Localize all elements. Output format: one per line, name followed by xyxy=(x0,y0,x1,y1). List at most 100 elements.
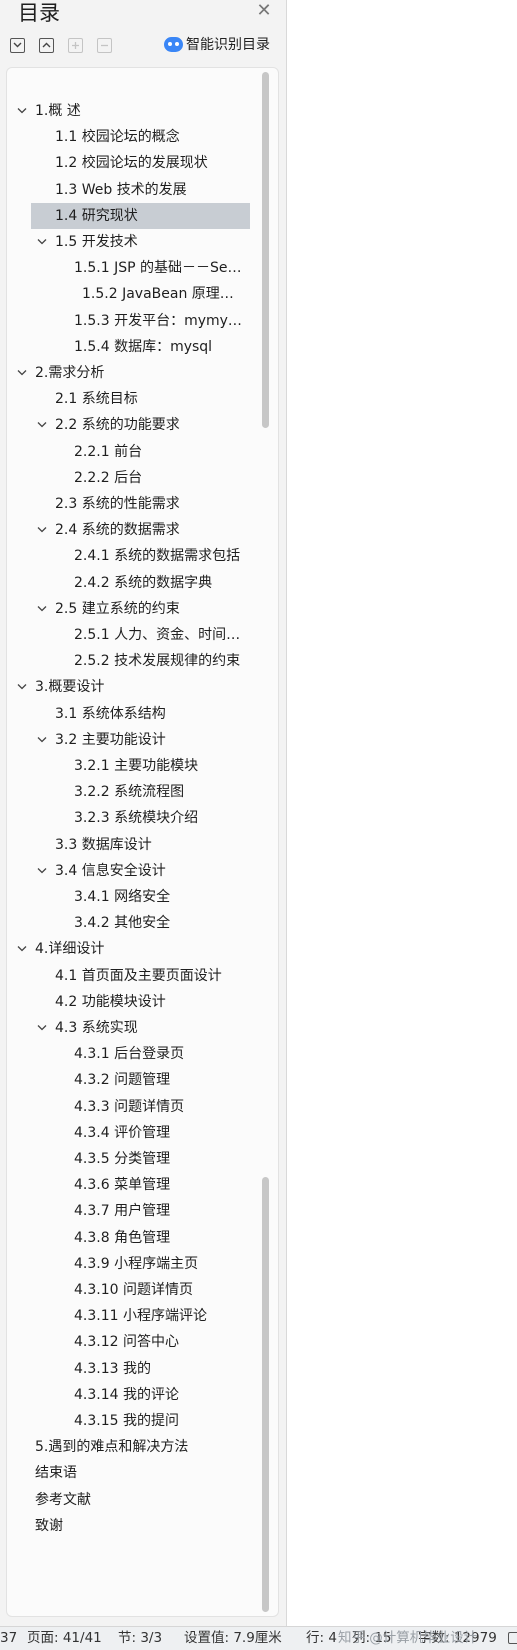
toc-item[interactable]: 2.4.1 系统的数据需求包括 xyxy=(7,543,257,569)
toc-item-label: 4.3.4 评价管理 xyxy=(74,1124,171,1141)
remove-heading-icon[interactable] xyxy=(97,37,112,53)
toc-item[interactable]: 4.3.4 评价管理 xyxy=(7,1120,257,1146)
toc-item-label: 4.3 系统实现 xyxy=(55,1020,138,1036)
toc-item[interactable]: 4.3.11 小程序端评论 xyxy=(7,1303,257,1329)
toc-item-label: 1.5.3 开发平台：mymyeclipse xyxy=(74,312,243,329)
toc-item[interactable]: 4.3.2 问题管理 xyxy=(7,1067,257,1093)
toc-item[interactable]: 1.5 开发技术 xyxy=(7,229,257,255)
toc-item[interactable]: 4.3.9 小程序端主页 xyxy=(7,1251,257,1277)
toc-item-label: 2.4.2 系统的数据字典 xyxy=(74,574,213,591)
chevron-down-icon[interactable] xyxy=(37,238,47,246)
toc-item[interactable]: 4.详细设计 xyxy=(7,936,257,962)
status-setting[interactable]: 设置值: 7.9厘米 xyxy=(184,1627,282,1650)
toc-item[interactable]: 参考文献 xyxy=(7,1487,257,1513)
toc-item-label: 2.5 建立系统的约束 xyxy=(55,600,180,617)
toc-item[interactable]: 1.4 研究现状 xyxy=(31,202,250,229)
toc-item[interactable]: 2.2.1 前台 xyxy=(7,439,257,465)
chevron-down-icon[interactable] xyxy=(37,736,47,744)
toc-item-label: 2.5.1 人力、资金、时间的约束 xyxy=(74,627,243,643)
toc-item[interactable]: 2.5.1 人力、资金、时间的约束 xyxy=(7,622,257,648)
toc-item[interactable]: 2.3 系统的性能需求 xyxy=(7,491,257,517)
toc-item[interactable]: 2.4.2 系统的数据字典 xyxy=(7,570,257,596)
toc-item[interactable]: 2.2 系统的功能要求 xyxy=(7,412,257,438)
add-heading-icon[interactable] xyxy=(68,37,83,53)
close-icon[interactable]: ✕ xyxy=(254,0,274,22)
chevron-down-icon[interactable] xyxy=(17,107,27,115)
toc-item[interactable]: 1.5.2 JavaBean 原理简介 xyxy=(7,281,257,307)
toc-item[interactable]: 3.2.2 系统流程图 xyxy=(7,779,257,805)
chevron-down-icon[interactable] xyxy=(17,683,27,691)
toc-item-label: 4.3.10 问题详情页 xyxy=(74,1282,193,1298)
toc-item[interactable]: 2.4 系统的数据需求 xyxy=(7,517,257,543)
toc-item[interactable]: 4.3.7 用户管理 xyxy=(7,1198,257,1224)
chevron-down-icon[interactable] xyxy=(37,421,47,429)
toc-item[interactable]: 4.3 系统实现 xyxy=(7,1015,257,1041)
toc-item-label: 3.概要设计 xyxy=(35,679,105,696)
chevron-down-icon[interactable] xyxy=(37,526,47,534)
status-page[interactable]: 页面: 41/41 xyxy=(27,1627,102,1650)
toc-item[interactable]: 3.概要设计 xyxy=(7,674,257,700)
scrollbar-thumb-upper[interactable] xyxy=(262,72,269,428)
chevron-down-icon[interactable] xyxy=(37,1024,47,1032)
toc-item[interactable]: 2.5 建立系统的约束 xyxy=(7,596,257,622)
status-lead-fragment: 37 xyxy=(0,1630,18,1646)
status-row[interactable]: 行: 4 xyxy=(306,1627,337,1650)
toc-item[interactable]: 4.3.6 菜单管理 xyxy=(7,1172,257,1198)
toc-item[interactable]: 3.4.1 网络安全 xyxy=(7,884,257,910)
toc-item[interactable]: 4.3.14 我的评论 xyxy=(7,1382,257,1408)
toc-item[interactable]: 3.2.3 系统模块介绍 xyxy=(7,805,257,831)
toc-item[interactable]: 4.3.3 问题详情页 xyxy=(7,1094,257,1120)
toc-item-label: 3.3 数据库设计 xyxy=(55,836,152,853)
smart-recognize-label: 智能识别目录 xyxy=(186,37,270,53)
toc-item[interactable]: 3.4 信息安全设计 xyxy=(7,858,257,884)
chevron-down-icon[interactable] xyxy=(37,605,47,613)
toc-item[interactable]: 2.5.2 技术发展规律的约束 xyxy=(7,648,257,674)
chevron-down-icon[interactable] xyxy=(17,945,27,953)
toc-item[interactable]: 1.2 校园论坛的发展现状 xyxy=(7,150,257,176)
scrollbar-thumb-lower[interactable] xyxy=(262,1177,269,1612)
toc-item[interactable]: 2.需求分析 xyxy=(7,360,257,386)
expand-all-icon[interactable] xyxy=(39,37,54,53)
toc-item[interactable]: 1.5.3 开发平台：mymyeclipse xyxy=(7,308,257,334)
toc-item[interactable]: 4.3.8 角色管理 xyxy=(7,1225,257,1251)
toc-item[interactable]: 4.2 功能模块设计 xyxy=(7,989,257,1015)
toc-pane: 目录 ✕ 智能识别目录 1.概 述 1.1 校园论坛的概念 1.2 校园论坛的发展现… xyxy=(0,0,287,1626)
toc-item[interactable]: 4.3.1 后台登录页 xyxy=(7,1041,257,1067)
toc-item[interactable]: 4.3.5 分类管理 xyxy=(7,1146,257,1172)
toc-item-label: 1.1 校园论坛的概念 xyxy=(55,129,180,146)
smart-recognize-button[interactable]: 智能识别目录 xyxy=(164,33,270,55)
toc-item-label: 致谢 xyxy=(35,1517,63,1534)
toc-item[interactable]: 致谢 xyxy=(7,1513,257,1539)
toc-item[interactable]: 1.5.1 JSP 的基础－－Servlet xyxy=(7,255,257,281)
toc-item[interactable]: 1.5.4 数据库：mysql xyxy=(7,334,257,360)
chevron-down-icon[interactable] xyxy=(17,369,27,377)
toc-item[interactable]: 4.3.13 我的 xyxy=(7,1356,257,1382)
toc-item[interactable]: 4.3.15 我的提问 xyxy=(7,1408,257,1434)
toc-item-label: 5.遇到的难点和解决方法 xyxy=(35,1439,189,1456)
toc-item[interactable]: 2.2.2 后台 xyxy=(7,465,257,491)
toc-item-label: 2.5.2 技术发展规律的约束 xyxy=(74,653,241,670)
toc-item[interactable]: 4.3.10 问题详情页 xyxy=(7,1277,257,1303)
toc-item[interactable]: 1.3 Web 技术的发展 xyxy=(7,177,257,203)
status-section[interactable]: 节: 3/3 xyxy=(118,1627,162,1650)
collapse-all-icon[interactable] xyxy=(10,37,25,53)
toc-item[interactable]: 5.遇到的难点和解决方法 xyxy=(7,1434,257,1460)
toc-item[interactable]: 3.2 主要功能设计 xyxy=(7,727,257,753)
toc-item[interactable]: 1.概 述 xyxy=(7,98,257,124)
toc-scrollbar[interactable] xyxy=(262,72,269,1612)
view-mode-icon[interactable] xyxy=(508,1632,517,1644)
toc-item-label: 3.2.2 系统流程图 xyxy=(74,784,185,801)
toc-item[interactable]: 4.3.12 问答中心 xyxy=(7,1329,257,1355)
toc-item-label: 4.3.12 问答中心 xyxy=(74,1334,179,1351)
toc-item[interactable]: 结束语 xyxy=(7,1460,257,1486)
toc-item[interactable]: 1.1 校园论坛的概念 xyxy=(7,124,257,150)
toc-item[interactable]: 3.2.1 主要功能模块 xyxy=(7,753,257,779)
toc-item[interactable]: 3.3 数据库设计 xyxy=(7,832,257,858)
chevron-down-icon[interactable] xyxy=(37,867,47,875)
toc-item[interactable]: 3.4.2 其他安全 xyxy=(7,910,257,936)
toc-item[interactable]: 3.1 系统体系结构 xyxy=(7,701,257,727)
document-area[interactable] xyxy=(288,0,517,1626)
toc-item[interactable]: 4.1 首页面及主要页面设计 xyxy=(7,963,257,989)
toc-item[interactable]: 2.1 系统目标 xyxy=(7,386,257,412)
toc-item-label: 2.3 系统的性能需求 xyxy=(55,496,180,512)
